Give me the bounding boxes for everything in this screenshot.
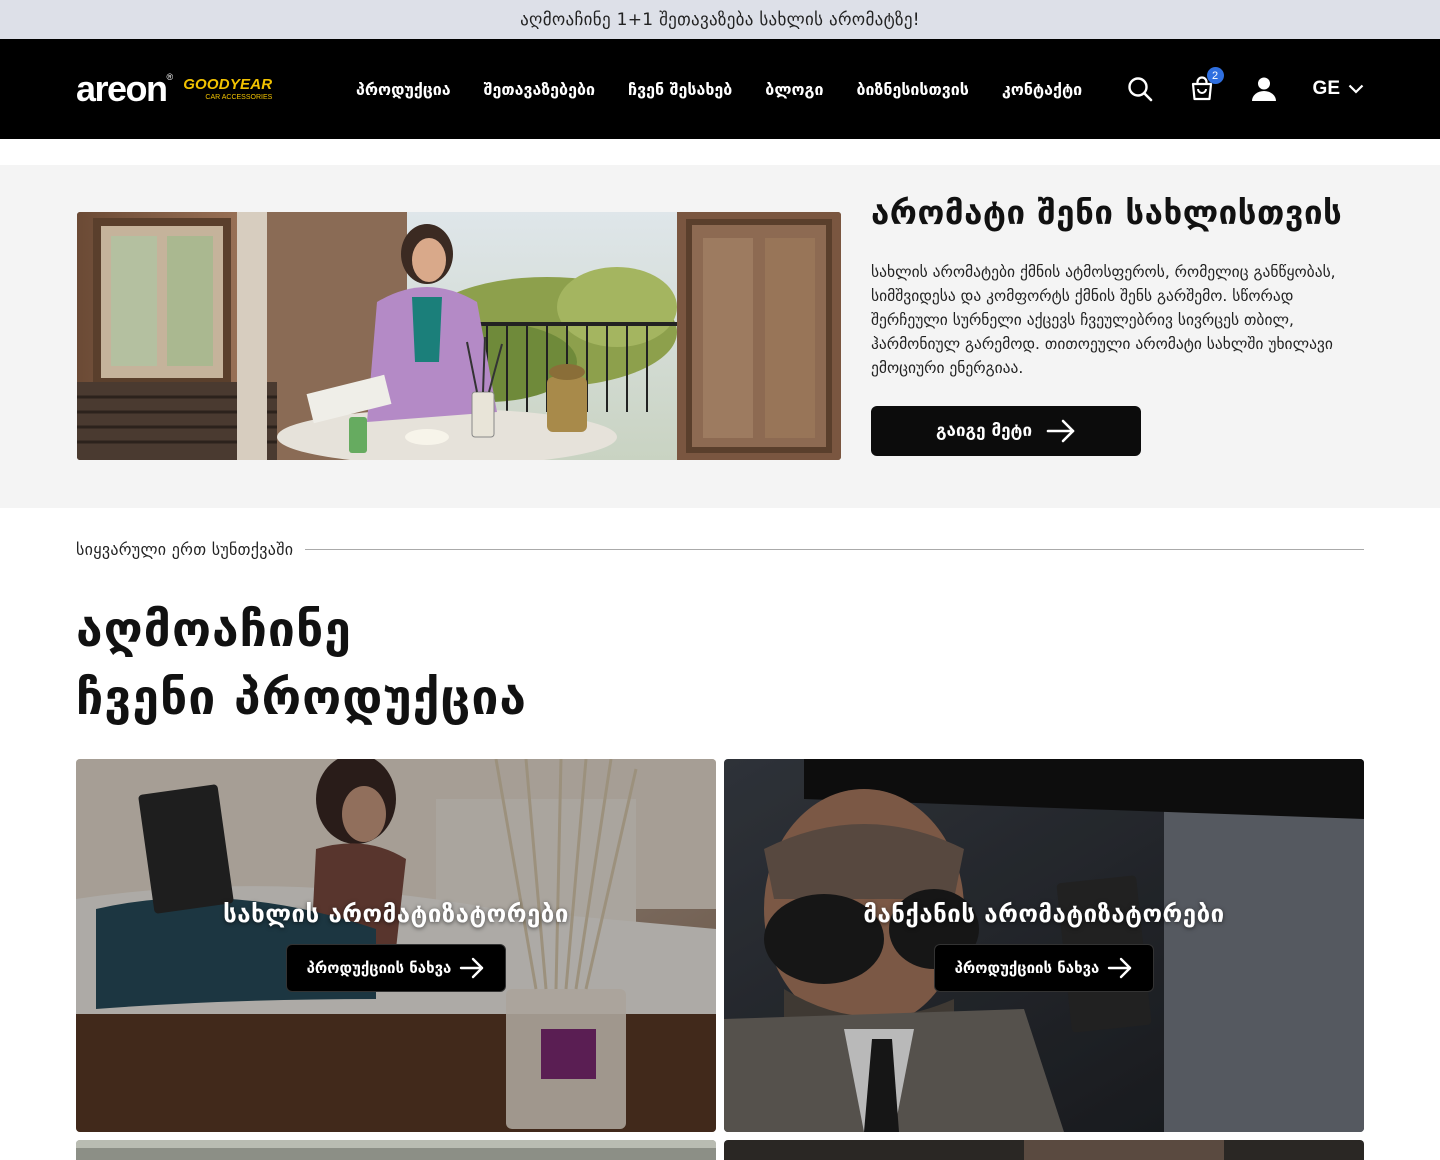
language-label: GE	[1312, 78, 1340, 99]
promo-bar[interactable]: აღმოაჩინე 1+1 შეთავაზება სახლის არომატზე…	[0, 0, 1440, 39]
learn-more-label: გაიგე მეტი	[935, 421, 1033, 441]
learn-more-button[interactable]: გაიგე მეტი	[871, 406, 1141, 456]
home-card-title: სახლის არომატიზატორები	[223, 899, 569, 928]
nav-blog[interactable]: ბლოგი	[765, 80, 823, 99]
header-actions: 2 GE	[1127, 39, 1364, 139]
products-section-title: აღმოაჩინე ჩვენი პროდუქცია	[76, 596, 527, 732]
hero-text: არომატი შენი სახლისთვის სახლის არომატები…	[871, 193, 1371, 456]
account-button[interactable]	[1251, 76, 1277, 102]
section-label-divider	[305, 549, 1364, 550]
product-card-4-image	[724, 1140, 1364, 1160]
products-title-line2: ჩვენი პროდუქცია	[76, 670, 527, 726]
search-icon	[1127, 77, 1152, 102]
arrow-right-icon	[1108, 957, 1132, 978]
home-fragrances-card[interactable]: სახლის არომატიზატორები პროდუქციის ნახვა	[76, 759, 716, 1132]
products-title-line1: აღმოაჩინე	[76, 602, 352, 658]
arrow-right-icon	[460, 957, 484, 978]
main-nav: პროდუქცია შეთავაზებები ჩვენ შესახებ ბლოგ…	[356, 80, 1082, 99]
nav-products[interactable]: პროდუქცია	[356, 80, 451, 99]
home-card-overlay: სახლის არომატიზატორები პროდუქციის ნახვა	[76, 759, 716, 1132]
promo-text[interactable]: აღმოაჩინე 1+1 შეთავაზება სახლის არომატზე…	[520, 10, 920, 30]
user-icon	[1251, 77, 1276, 101]
product-card-3[interactable]	[76, 1140, 716, 1160]
nav-business[interactable]: ბიზნესისთვის	[857, 80, 969, 99]
nav-offers[interactable]: შეთავაზებები	[484, 80, 595, 99]
product-card-4[interactable]	[724, 1140, 1364, 1160]
logo[interactable]: areon® GOODYEAR CAR ACCESSORIES	[76, 68, 338, 110]
goodyear-logo: GOODYEAR CAR ACCESSORIES	[183, 76, 273, 101]
hero-image	[77, 212, 841, 460]
nav-contact[interactable]: კონტაქტი	[1002, 80, 1082, 99]
product-card-3-image	[76, 1140, 716, 1160]
view-products-label: პროდუქციის ნახვა	[306, 958, 452, 977]
site-header: areon® GOODYEAR CAR ACCESSORIES პროდუქცი…	[0, 39, 1440, 139]
hero-section: არომატი შენი სახლისთვის სახლის არომატები…	[0, 165, 1440, 508]
arrow-right-icon	[1046, 419, 1075, 443]
view-car-products-button[interactable]: პროდუქციის ნახვა	[933, 943, 1155, 992]
view-products-label: პროდუქციის ნახვა	[954, 958, 1100, 977]
hero-description: სახლის არომატები ქმნის ატმოსფეროს, რომელ…	[871, 263, 1336, 377]
search-button[interactable]	[1127, 76, 1153, 102]
section-label-text: სიყვარული ერთ სუნთქვაში	[76, 540, 294, 559]
car-card-overlay: მანქანის არომატიზატორები პროდუქციის ნახვ…	[724, 759, 1364, 1132]
areon-logo[interactable]: areon®	[76, 68, 173, 110]
language-selector[interactable]: GE	[1313, 78, 1364, 100]
nav-about[interactable]: ჩვენ შესახებ	[628, 80, 732, 99]
hero-title: არომატი შენი სახლისთვის	[871, 193, 1343, 232]
view-home-products-button[interactable]: პროდუქციის ნახვა	[285, 943, 507, 992]
car-fragrances-card[interactable]: მანქანის არომატიზატორები პროდუქციის ნახვ…	[724, 759, 1364, 1132]
cart-button[interactable]: 2	[1189, 67, 1224, 103]
car-card-title: მანქანის არომატიზატორები	[863, 899, 1225, 928]
cart-count-badge: 2	[1206, 67, 1224, 84]
chevron-down-icon	[1348, 84, 1364, 94]
section-label: სიყვარული ერთ სუნთქვაში	[76, 540, 1364, 559]
